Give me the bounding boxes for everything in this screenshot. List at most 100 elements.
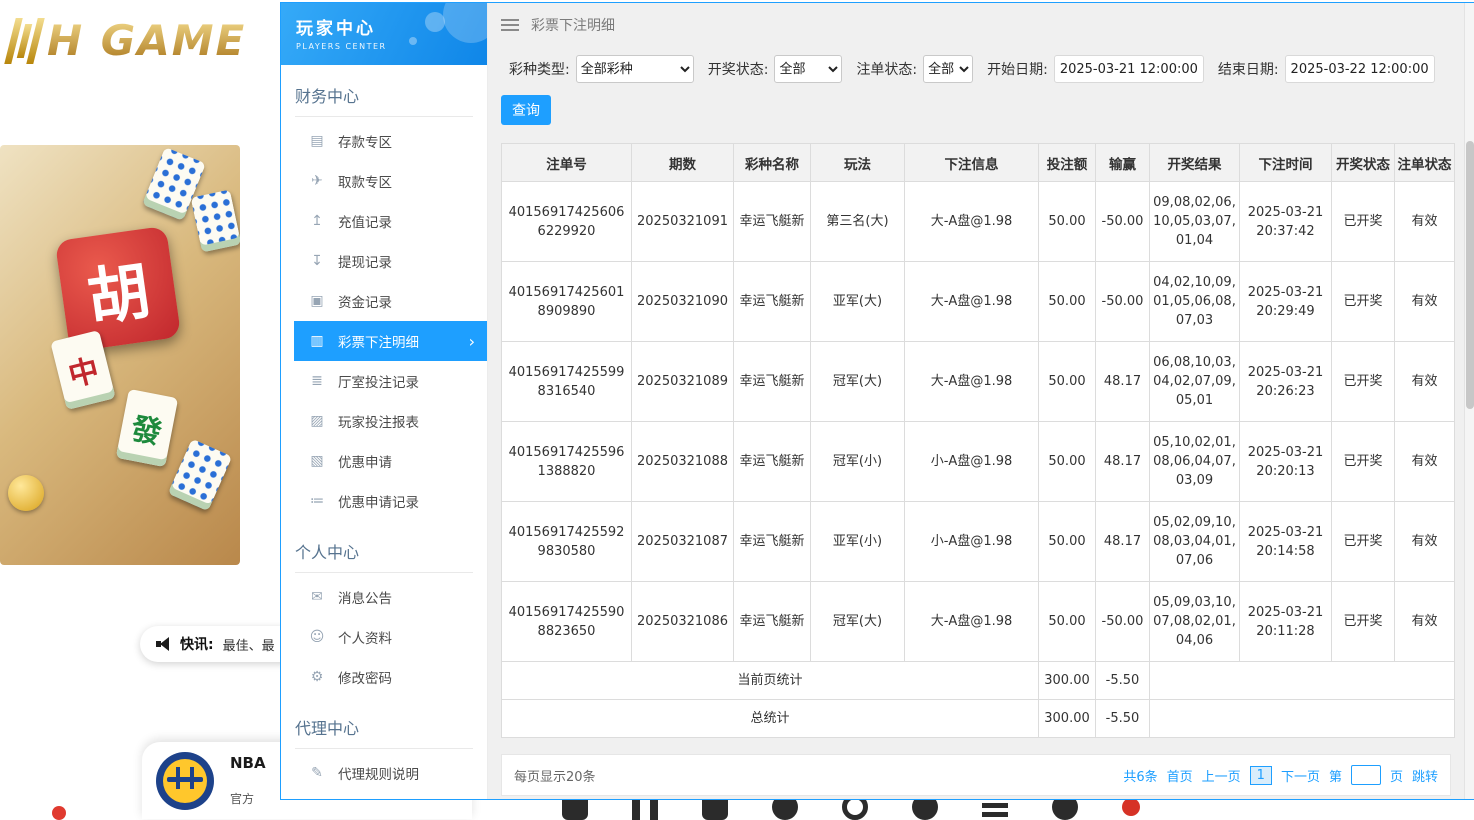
table-cell: 已开奖	[1332, 582, 1395, 662]
table-cell: 有效	[1395, 342, 1455, 422]
table-cell: 05,02,09,10,08,03,04,01,07,06	[1150, 502, 1240, 582]
lottery-type-label: 彩种类型:	[509, 59, 570, 79]
table-cell: 已开奖	[1332, 262, 1395, 342]
summary-bet-total: 300.00	[1039, 700, 1096, 738]
table-cell: 有效	[1395, 422, 1455, 502]
sidebar-item-recharge-records[interactable]: ↥ 充值记录	[281, 201, 487, 241]
table-cell: 50.00	[1039, 502, 1096, 582]
sidebar-item-agent-rules[interactable]: ✎ 代理规则说明	[281, 753, 487, 793]
table-cell: -50.00	[1096, 182, 1150, 262]
sidebar-item-label: 提现记录	[338, 251, 392, 271]
table-cell: 幸运飞艇新	[734, 262, 811, 342]
finance-section-heading: 财务中心	[295, 83, 473, 117]
table-row: 401569174255908823650 20250321086 幸运飞艇新 …	[502, 582, 1455, 662]
first-page-link[interactable]: 首页	[1167, 766, 1193, 785]
column-header: 注单状态	[1395, 144, 1455, 182]
sidebar-subtitle: PLAYERS CENTER	[296, 42, 487, 51]
summary-winloss-total: -5.50	[1096, 700, 1150, 738]
sidebar-item-player-bet-report[interactable]: ▨ 玩家投注报表	[281, 401, 487, 441]
table-cell: 已开奖	[1332, 422, 1395, 502]
table-cell: 401569174255961388820	[502, 422, 632, 502]
sidebar-item-label: 取款专区	[338, 171, 392, 191]
table-cell: 04,02,10,09,01,05,06,08,07,03	[1150, 262, 1240, 342]
table-cell: 大-A盘@1.98	[905, 182, 1039, 262]
nba-title: NBA	[230, 754, 266, 772]
sidebar-item-lottery-bet-details[interactable]: ▥ 彩票下注明细 ›	[294, 321, 487, 361]
sidebar-item-label: 消息公告	[338, 587, 392, 607]
sidebar-item-funds-records[interactable]: ▣ 资金记录	[281, 281, 487, 321]
speaker-icon	[156, 637, 171, 651]
footer-logo-icon	[1122, 798, 1140, 816]
table-cell: 幸运飞艇新	[734, 502, 811, 582]
sidebar-item-deposit[interactable]: ▤ 存款专区	[281, 121, 487, 161]
scrollbar-thumb[interactable]	[1466, 141, 1474, 409]
filter-actions: 查询	[501, 95, 1451, 125]
page-jump-input[interactable]	[1351, 765, 1381, 785]
jump-suffix-label: 页	[1390, 766, 1403, 785]
end-date-input[interactable]	[1285, 55, 1435, 83]
table-cell: 冠军(大)	[811, 342, 905, 422]
table-cell: 06,08,10,03,04,02,07,09,05,01	[1150, 342, 1240, 422]
sidebar-item-promo-apply[interactable]: ▧ 优惠申请	[281, 441, 487, 481]
table-cell: 2025-03-21 20:14:58	[1240, 502, 1332, 582]
grand-total-summary-row: 总统计 300.00 -5.50	[502, 700, 1455, 738]
sidebar-item-withdraw[interactable]: ✈ 取款专区	[281, 161, 487, 201]
bet-status-select[interactable]: 全部	[923, 55, 973, 83]
table-row: 401569174255929830580 20250321087 幸运飞艇新 …	[502, 502, 1455, 582]
sidebar-item-promo-apply-records[interactable]: ≔ 优惠申请记录	[281, 481, 487, 521]
players-center-panel: 玩家中心 PLAYERS CENTER 财务中心 ▤ 存款专区 ✈ 取款专区 ↥…	[280, 2, 1474, 800]
search-button[interactable]: 查询	[501, 95, 551, 125]
promo-icon: ▧	[309, 453, 325, 469]
table-cell: 已开奖	[1332, 342, 1395, 422]
table-cell: 2025-03-21 20:37:42	[1240, 182, 1332, 262]
sidebar-item-profile[interactable]: ☺ 个人资料	[281, 617, 487, 657]
next-page-link[interactable]: 下一页	[1281, 766, 1320, 785]
table-row: 401569174255998316540 20250321089 幸运飞艇新 …	[502, 342, 1455, 422]
table-cell: 48.17	[1096, 422, 1150, 502]
profile-icon: ☺	[309, 629, 325, 645]
start-date-input[interactable]	[1054, 55, 1204, 83]
table-cell: 401569174255929830580	[502, 502, 632, 582]
draw-status-label: 开奖状态:	[708, 59, 769, 79]
bet-status-label: 注单状态:	[856, 59, 917, 79]
table-cell: 05,09,03,10,07,08,02,01,04,06	[1150, 582, 1240, 662]
hall-bets-icon: ≣	[309, 373, 325, 389]
recharge-icon: ↥	[309, 213, 325, 229]
site-logo[interactable]: H GAME	[10, 16, 246, 65]
lottery-type-select[interactable]: 全部彩种	[576, 55, 694, 83]
sidebar-item-agent-team-stats[interactable]: ▦ 代理团队统计	[281, 793, 487, 799]
ticker-label: 快讯:	[180, 634, 214, 654]
sidebar-item-change-password[interactable]: ⚙ 修改密码	[281, 657, 487, 697]
current-page-indicator[interactable]: 1	[1250, 766, 1272, 785]
column-header: 开奖状态	[1332, 144, 1395, 182]
table-cell: 2025-03-21 20:26:23	[1240, 342, 1332, 422]
table-cell: 有效	[1395, 502, 1455, 582]
personal-section-heading: 个人中心	[295, 539, 473, 573]
notification-dot	[52, 806, 66, 820]
table-cell: 大-A盘@1.98	[905, 342, 1039, 422]
sidebar-item-label: 优惠申请	[338, 451, 392, 471]
jump-button[interactable]: 跳转	[1412, 766, 1438, 785]
column-header: 开奖结果	[1150, 144, 1240, 182]
draw-status-select[interactable]: 全部	[774, 55, 842, 83]
table-cell: 小-A盘@1.98	[905, 502, 1039, 582]
table-cell: 冠军(大)	[811, 582, 905, 662]
sidebar-item-label: 个人资料	[338, 627, 392, 647]
prev-page-link[interactable]: 上一页	[1202, 766, 1241, 785]
table-cell: 401569174255908823650	[502, 582, 632, 662]
table-cell: 20250321089	[632, 342, 734, 422]
column-header: 彩种名称	[734, 144, 811, 182]
sidebar-item-messages[interactable]: ✉ 消息公告	[281, 577, 487, 617]
jump-prefix-label: 第	[1329, 766, 1342, 785]
nba-subtitle: 官方	[230, 790, 266, 807]
table-cell: 有效	[1395, 182, 1455, 262]
table-cell: 小-A盘@1.98	[905, 422, 1039, 502]
summary-label: 总统计	[502, 700, 1039, 738]
table-header-row: 注单号 期数 彩种名称 玩法 下注信息 投注额 输赢 开奖结果 下注时间 开奖状…	[502, 144, 1455, 182]
sidebar-item-hall-bet-records[interactable]: ≣ 厅室投注记录	[281, 361, 487, 401]
gold-coin-icon	[8, 475, 44, 511]
funds-icon: ▣	[309, 293, 325, 309]
sidebar-item-withdrawal-records[interactable]: ↧ 提现记录	[281, 241, 487, 281]
menu-icon[interactable]	[501, 19, 519, 31]
table-cell: 幸运飞艇新	[734, 422, 811, 502]
